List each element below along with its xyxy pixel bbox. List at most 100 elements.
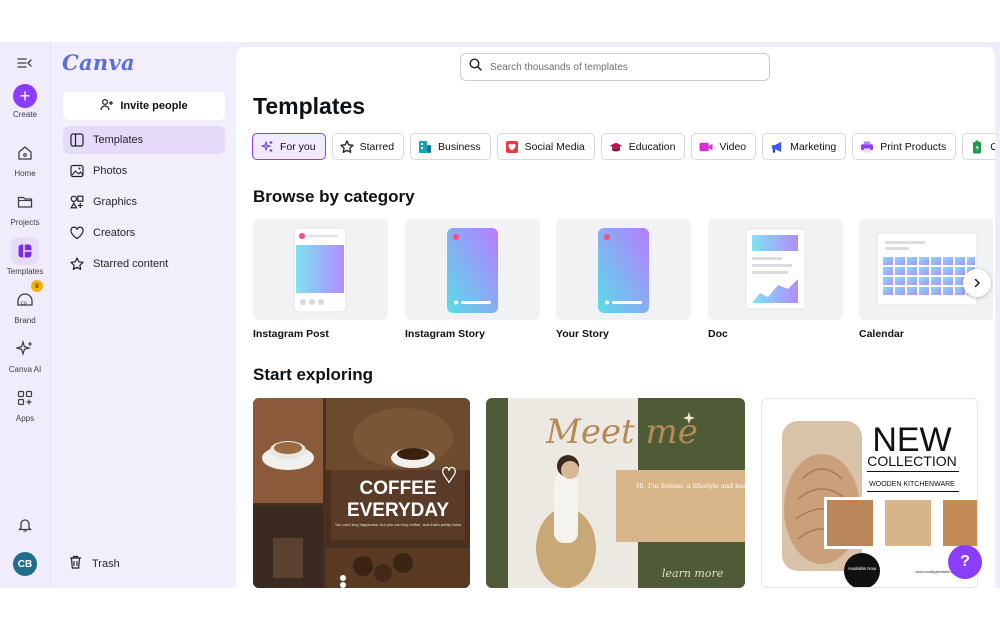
collapse-sidebar-icon[interactable] (13, 54, 37, 72)
nav-item-graphics[interactable]: Graphics (63, 188, 225, 216)
category-card-doc[interactable]: Doc (708, 219, 843, 340)
question-mark-icon: ? (960, 553, 970, 570)
sparkles-icon (260, 140, 274, 154)
search-input[interactable] (490, 61, 750, 73)
chevron-right-icon (972, 276, 982, 291)
canva-logo[interactable]: Canva (62, 50, 135, 75)
browse-by-category-heading: Browse by category (253, 187, 415, 206)
tab-education[interactable]: Education (600, 133, 686, 160)
rail-label: Brand (14, 316, 36, 325)
rail-item-create[interactable]: + Create (2, 84, 48, 119)
meet-me-body: Hi, I'm Selene, a lifestyle and beauty b… (636, 482, 745, 490)
meet-me-script-title: Meet me (545, 412, 698, 452)
rail-label: Projects (10, 218, 40, 227)
tab-social-media[interactable]: Social Media (496, 133, 595, 160)
new-collection-subtext: WOODEN KITCHENWARE (869, 481, 955, 488)
search-bar[interactable] (460, 53, 770, 81)
megaphone-icon (770, 140, 784, 154)
template-card-meet-me[interactable]: Meet me Hi, I'm Selene, a lifestyle and … (486, 398, 745, 588)
tab-label: Starred (359, 140, 395, 153)
category-carousel: Instagram Post Instagram Story Your Stor… (253, 219, 993, 344)
home-icon (11, 139, 39, 167)
category-label: Instagram Post (253, 328, 329, 340)
category-label: Doc (708, 328, 728, 340)
plus-icon: + (13, 84, 37, 108)
rail-label: Canva AI (8, 365, 42, 374)
nav-item-label: Photos (93, 165, 128, 177)
shapes-icon (69, 194, 85, 210)
photo-icon (69, 163, 85, 179)
bell-icon[interactable] (17, 517, 33, 538)
tab-label: Education (628, 140, 676, 153)
template-card-coffee[interactable]: COFFEE EVERYDAY You can't buy happiness,… (253, 398, 470, 588)
nav-item-starred-content[interactable]: Starred content (63, 250, 225, 278)
coffee-subtext: You can't buy happiness, but you can buy… (335, 522, 462, 527)
star-icon (69, 256, 85, 272)
rail-label: Templates (6, 267, 44, 276)
category-card-your-story[interactable]: Your Story (556, 219, 691, 340)
main-content: Templates For you Starred Business Socia… (236, 47, 995, 588)
category-tabs: For you Starred Business Social Media Ed… (252, 133, 995, 161)
apps-icon (11, 384, 39, 412)
heart-icon (69, 225, 85, 241)
tab-label: Print Products (880, 140, 947, 153)
left-rail: + Create Home Projects Templates co ♛ Br… (0, 42, 50, 588)
instagram-story-thumbnail (405, 219, 540, 320)
templates-icon (69, 132, 85, 148)
template-card-new-collection[interactable]: NEW COLLECTION WOODEN KITCHENWARE Availa… (761, 398, 978, 588)
nav-item-label: Graphics (93, 196, 138, 208)
rail-item-projects[interactable]: Projects (2, 188, 48, 227)
invite-people-label: Invite people (120, 100, 188, 112)
trash-icon (69, 555, 82, 572)
nav-item-creators[interactable]: Creators (63, 219, 225, 247)
nav-item-templates[interactable]: Templates (63, 126, 225, 154)
meet-me-template-artwork: Meet me Hi, I'm Selene, a lifestyle and … (486, 398, 745, 588)
category-card-instagram-post[interactable]: Instagram Post (253, 219, 388, 340)
tab-marketing[interactable]: Marketing (762, 133, 847, 160)
invite-people-button[interactable]: Invite people (63, 92, 225, 120)
tab-label: Ot (990, 140, 995, 153)
new-collection-badge: Available Now (848, 566, 877, 571)
coffee-template-artwork: COFFEE EVERYDAY You can't buy happiness,… (253, 398, 470, 588)
nav-item-label: Templates (93, 134, 144, 146)
rail-item-home[interactable]: Home (2, 139, 48, 178)
category-label: Calendar (859, 328, 904, 340)
secondary-panel: Canva Invite people Templates Photos Gra… (50, 42, 236, 588)
printer-icon (860, 140, 874, 154)
svg-text:co: co (21, 301, 28, 307)
tab-starred[interactable]: Starred (331, 133, 405, 160)
coffee-headline-2: EVERYDAY (347, 500, 449, 521)
coffee-headline-1: COFFEE (359, 478, 436, 499)
help-button[interactable]: ? (948, 545, 982, 579)
start-exploring-heading: Start exploring (253, 365, 373, 384)
rail-item-apps[interactable]: Apps (2, 384, 48, 423)
nav-item-photos[interactable]: Photos (63, 157, 225, 185)
tab-print-products[interactable]: Print Products (852, 133, 957, 160)
graduation-cap-icon (609, 140, 623, 154)
category-label: Instagram Story (405, 328, 485, 340)
instagram-post-thumbnail (253, 219, 388, 320)
star-icon (339, 139, 354, 154)
tab-for-you[interactable]: For you (252, 133, 326, 160)
tab-label: Video (719, 140, 747, 153)
template-grid: COFFEE EVERYDAY You can't buy happiness,… (253, 398, 993, 588)
tab-label: For you (280, 140, 316, 153)
category-card-instagram-story[interactable]: Instagram Story (405, 219, 540, 340)
sparkles-icon (11, 335, 39, 363)
templates-icon (11, 237, 39, 265)
tab-business[interactable]: Business (410, 133, 491, 160)
search-icon (469, 58, 482, 76)
tab-label: Social Media (524, 140, 585, 153)
heart-icon (505, 140, 519, 154)
carousel-next-button[interactable] (963, 269, 991, 297)
rail-label: Apps (15, 414, 35, 423)
your-story-thumbnail (556, 219, 691, 320)
rail-item-brand[interactable]: co ♛ Brand (2, 280, 48, 325)
avatar[interactable]: CB (13, 552, 37, 576)
tab-video[interactable]: Video (691, 133, 757, 160)
rail-label: Home (14, 169, 36, 178)
rail-item-canva-ai[interactable]: Canva AI (2, 335, 48, 374)
trash-button[interactable]: Trash (69, 555, 120, 572)
rail-item-templates[interactable]: Templates (2, 237, 48, 276)
tab-other[interactable]: Ot (962, 133, 995, 160)
